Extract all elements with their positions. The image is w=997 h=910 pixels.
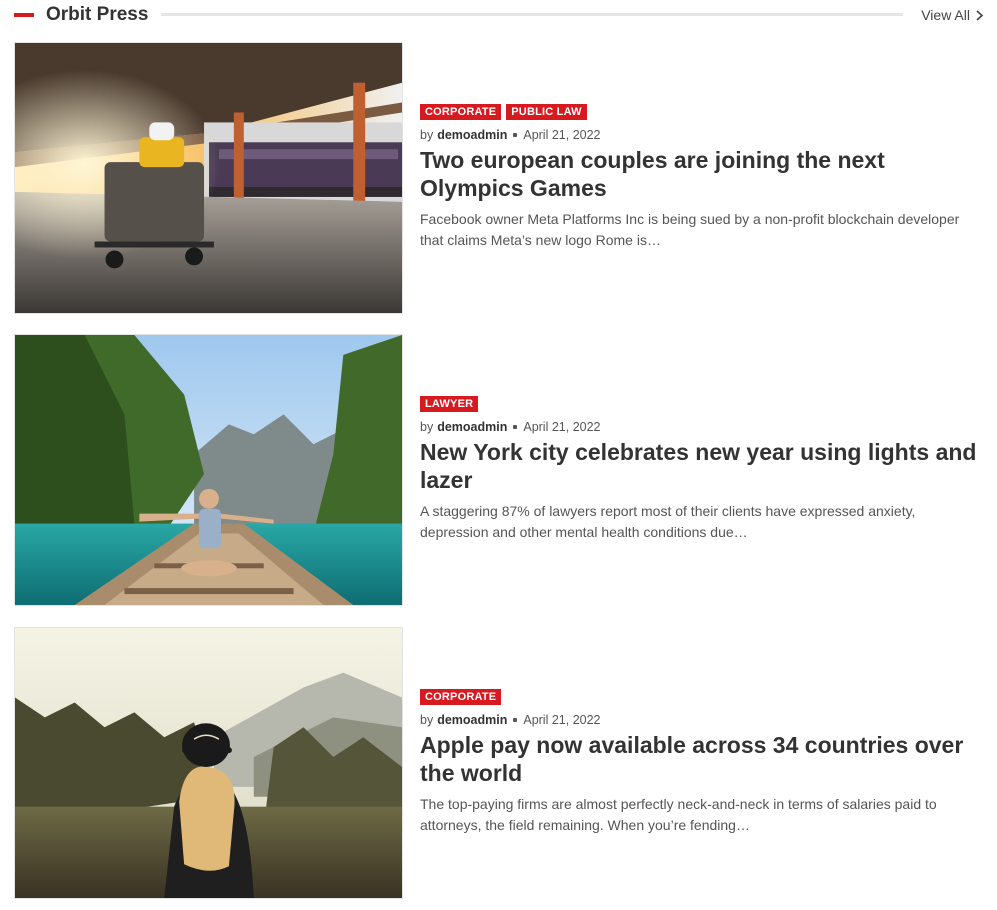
byline-prefix: by (420, 420, 434, 434)
view-all-label: View All (921, 7, 970, 23)
section-title: Orbit Press (46, 4, 149, 25)
post-title-link[interactable]: Two european couples are joining the nex… (420, 146, 986, 202)
author-link[interactable]: demoadmin (437, 713, 507, 727)
post-date: April 21, 2022 (523, 128, 601, 142)
chevron-right-icon (976, 9, 984, 21)
meta-separator (513, 718, 518, 722)
post-thumbnail-boat[interactable] (14, 334, 403, 606)
post-title-link[interactable]: New York city celebrates new year using … (420, 438, 986, 494)
meta-separator (513, 133, 518, 137)
author-link[interactable]: demoadmin (437, 420, 507, 434)
post-card: Corporate Public Law by demoadmin April … (14, 42, 989, 315)
meta-separator (513, 425, 518, 429)
author-link[interactable]: demoadmin (437, 128, 507, 142)
category-badge[interactable]: Lawyer (420, 396, 479, 412)
post-date: April 21, 2022 (523, 713, 601, 727)
post-excerpt: The top-paying firms are almost perfectl… (420, 796, 937, 833)
post-thumbnail-train-station[interactable] (14, 42, 403, 314)
post-card: Corporate by demoadmin April 21, 2022 Ap… (14, 627, 989, 900)
post-excerpt: A staggering 87% of lawyers report most … (420, 503, 916, 540)
byline-prefix: by (420, 713, 434, 727)
post-title-link[interactable]: Apple pay now available across 34 countr… (420, 731, 986, 787)
section-header: Orbit Press View All (14, 0, 984, 32)
category-badge[interactable]: Corporate (420, 689, 502, 705)
category-badge[interactable]: Public Law (506, 104, 587, 120)
section-divider (161, 13, 903, 16)
post-date: April 21, 2022 (523, 420, 601, 434)
section-accent-bar (14, 13, 34, 17)
post-excerpt: Facebook owner Meta Platforms Inc is bei… (420, 211, 960, 248)
post-meta: by demoadmin April 21, 2022 (420, 420, 986, 434)
view-all-link[interactable]: View All (921, 7, 984, 23)
post-meta: by demoadmin April 21, 2022 (420, 128, 986, 142)
post-thumbnail-forest[interactable] (14, 627, 403, 899)
byline-prefix: by (420, 128, 434, 142)
category-badge[interactable]: Corporate (420, 104, 502, 120)
post-meta: by demoadmin April 21, 2022 (420, 713, 986, 727)
post-card: Lawyer by demoadmin April 21, 2022 New Y… (14, 334, 989, 607)
